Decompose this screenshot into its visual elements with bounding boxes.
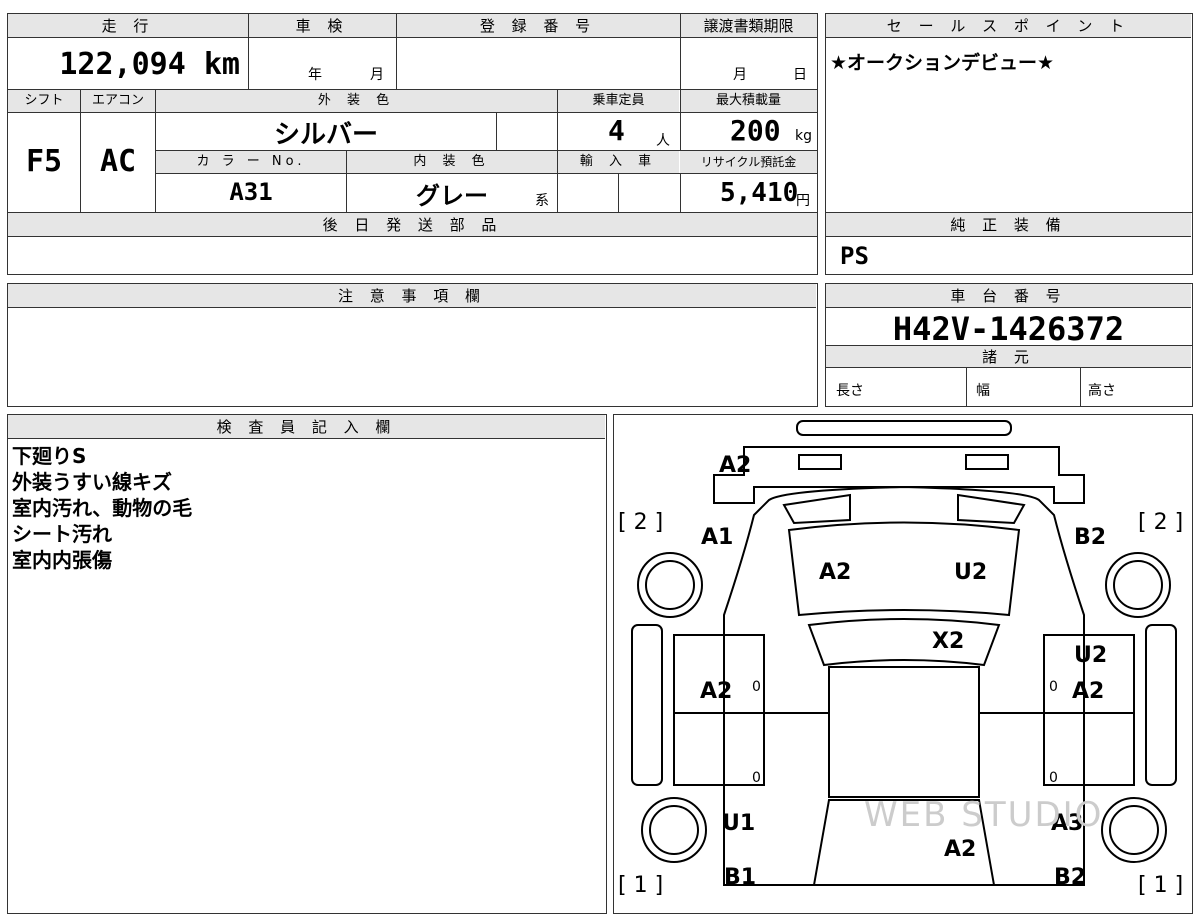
registration-label: 登 録 番 号 (396, 14, 680, 38)
later-parts-label: 後 日 発 送 部 品 (8, 213, 817, 237)
interior-color-label: 内 装 色 (347, 151, 557, 173)
standard-equipment-value: PS (840, 242, 869, 270)
code-windshield: X2 (932, 629, 965, 654)
caution-label: 注 意 事 項 欄 (8, 284, 816, 308)
exterior-color-label: 外 装 色 (156, 90, 557, 112)
sales-point-value: ★オークションデビュー★ (830, 52, 1055, 74)
max-load-value: 200 (730, 114, 781, 147)
tire-mark-front-left: [ 2 ] (618, 510, 664, 535)
aircon-value: AC (99, 144, 137, 179)
car-diagram-box: A2 A1 B2 A2 U2 X2 U2 A2 A2 U1 A3 A2 B1 B… (613, 414, 1193, 914)
width-label: 幅 (976, 383, 990, 399)
import-label: 輸 入 車 (558, 151, 679, 173)
tire-mark-front-right: [ 2 ] (1138, 510, 1184, 535)
code-front-left: A1 (701, 525, 734, 550)
code-roof-rear: A2 (944, 837, 977, 862)
code-right-front-door-a: U2 (1074, 643, 1108, 668)
inspection-label: 車 検 (248, 14, 396, 38)
specs-label: 諸 元 (826, 346, 1191, 368)
mileage-value: 122,094 km (59, 47, 240, 82)
code-hood-left: A2 (819, 560, 852, 585)
transfer-day: 日 (793, 67, 807, 83)
code-front-right: B2 (1074, 525, 1107, 550)
vehicle-info-table: 走 行 車 検 登 録 番 号 譲渡書類期限 122,094 km 年 月 月 … (7, 13, 818, 275)
max-load-label: 最大積載量 (680, 90, 817, 112)
code-hood-right: U2 (954, 560, 988, 585)
color-number-value: A31 (229, 178, 273, 206)
standard-equipment-label: 純 正 装 備 (826, 213, 1191, 237)
shift-label: シフト (8, 90, 80, 112)
inspection-year: 年 (308, 67, 322, 83)
inspector-notes: 下廻りS 外装うすい線キズ 室内汚れ、動物の毛 シート汚れ 室内内張傷 (12, 443, 192, 573)
inspector-note: シート汚れ (12, 522, 112, 546)
max-load-unit: kg (795, 128, 812, 144)
inspector-note: 下廻りS (12, 444, 87, 468)
inspector-box: 検 査 員 記 入 欄 下廻りS 外装うすい線キズ 室内汚れ、動物の毛 シート汚… (7, 414, 607, 914)
tire-mark-rear-left: [ 1 ] (618, 873, 664, 898)
sales-point-box: セ ー ル ス ポ イ ン ト ★オークションデビュー★ 純 正 装 備 PS (825, 13, 1193, 275)
transfer-month: 月 (733, 67, 747, 83)
chassis-number-value: H42V-1426372 (892, 310, 1125, 348)
length-label: 長さ (836, 383, 864, 399)
recycle-fee-label: リサイクル預託金 (680, 151, 817, 173)
chassis-number-label: 車 台 番 号 (826, 284, 1191, 308)
inspector-note: 室内汚れ、動物の毛 (12, 496, 193, 520)
capacity-value: 4 (608, 114, 625, 147)
code-left-rear: U1 (722, 811, 756, 836)
watermark: WEB STUDIO (864, 795, 1104, 835)
inspector-label: 検 査 員 記 入 欄 (8, 415, 605, 439)
aircon-label: エアコン (81, 90, 155, 112)
capacity-label: 乗車定員 (558, 90, 679, 112)
interior-color-suffix: 系 (535, 193, 549, 209)
code-right-bottom: B2 (1054, 865, 1087, 890)
exterior-color-value: シルバー (273, 120, 378, 150)
recycle-fee-value: 5,410 (720, 178, 799, 208)
inspector-note: 外装うすい線キズ (12, 470, 172, 494)
inspection-month: 月 (370, 67, 384, 83)
interior-color-value: グレー (416, 182, 488, 210)
chassis-box: 車 台 番 号 H42V-1426372 諸 元 長さ 幅 高さ (825, 283, 1193, 407)
height-label: 高さ (1088, 383, 1116, 399)
recycle-fee-unit: 円 (796, 193, 810, 209)
shift-value: F5 (25, 144, 63, 179)
zero-mark: 0 (1049, 679, 1058, 695)
mileage-label: 走 行 (8, 14, 248, 38)
zero-mark: 0 (752, 770, 761, 786)
code-front-top: A2 (719, 453, 752, 478)
sales-point-label: セ ー ル ス ポ イ ン ト (826, 14, 1191, 38)
code-left-front-door: A2 (700, 679, 733, 704)
transfer-deadline-label: 譲渡書類期限 (680, 14, 817, 38)
zero-mark: 0 (1049, 770, 1058, 786)
capacity-unit: 人 (656, 133, 670, 149)
caution-box: 注 意 事 項 欄 (7, 283, 818, 407)
inspector-note: 室内内張傷 (12, 548, 112, 572)
zero-mark: 0 (752, 679, 761, 695)
code-right-front-door-b: A2 (1072, 679, 1105, 704)
code-left-bottom: B1 (724, 865, 757, 890)
color-number-label: カ ラ ー No. (156, 151, 346, 173)
tire-mark-rear-right: [ 1 ] (1138, 873, 1184, 898)
